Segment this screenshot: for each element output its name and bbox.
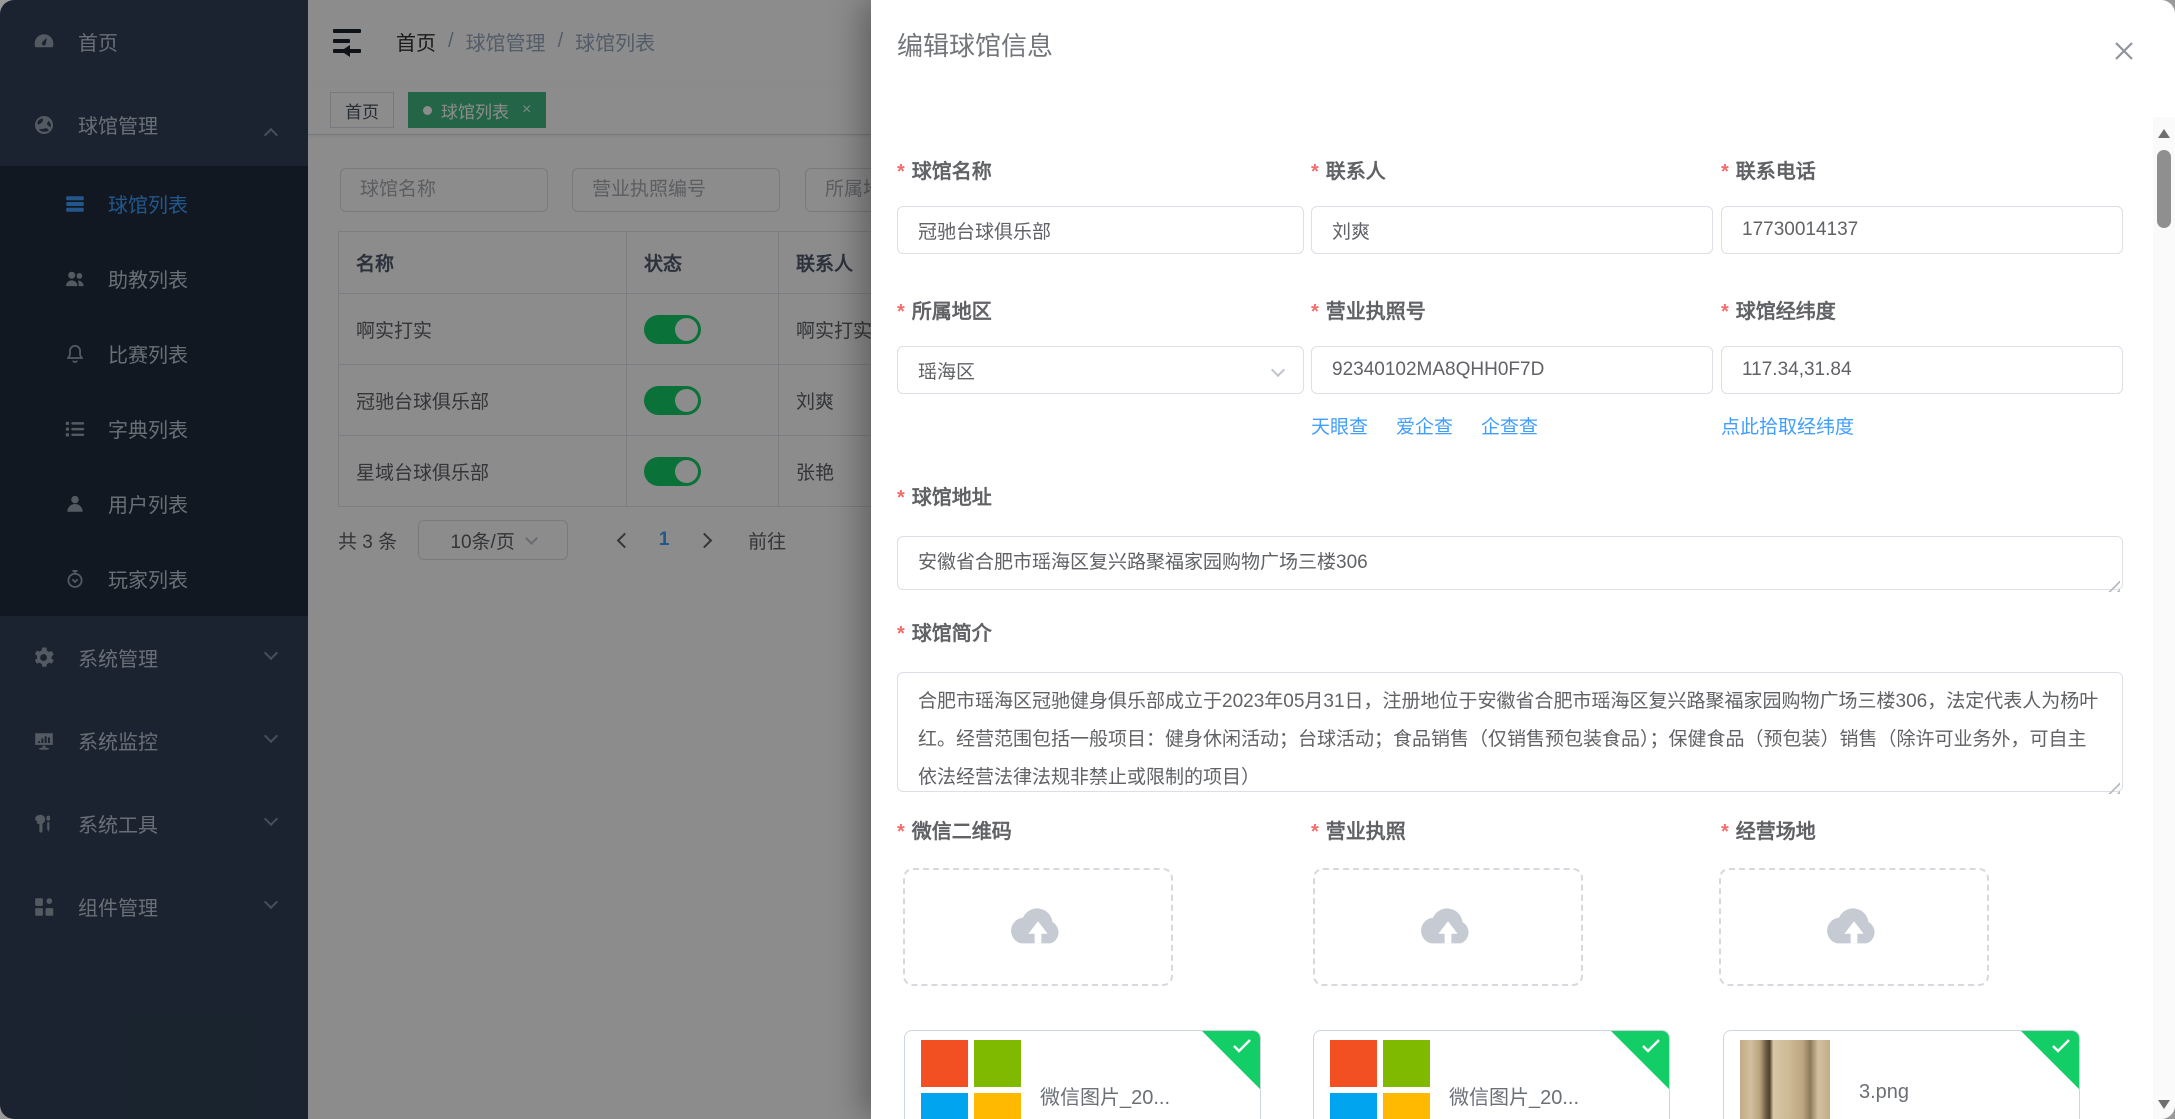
check-icon [2051,1038,2071,1054]
cloud-upload-icon [1006,900,1070,954]
business-license-upload-box[interactable] [1313,868,1583,986]
required-asterisk: * [897,161,905,183]
required-asterisk: * [897,623,905,645]
check-icon [1641,1038,1661,1054]
business-license-label: *营业执照 [1311,820,1406,844]
aiqicha-link[interactable]: 爱企查 [1396,412,1453,439]
required-asterisk: * [1311,301,1319,323]
address-textarea[interactable]: 安徽省合肥市瑶海区复兴路聚福家园购物广场三楼306 [897,536,2123,590]
address-label: *球馆地址 [897,486,2123,510]
required-asterisk: * [1721,301,1729,323]
required-asterisk: * [897,301,905,323]
license-label: *营业执照号 [1311,300,1713,324]
cloud-upload-icon [1822,900,1886,954]
tianyancha-link[interactable]: 天眼查 [1311,412,1368,439]
drawer-title: 编辑球馆信息 [897,26,1053,63]
required-asterisk: * [897,487,905,509]
wechat-qr-label: *微信二维码 [897,820,1012,844]
premises-upload-box[interactable] [1719,868,1989,986]
check-icon [1232,1038,1252,1054]
intro-textarea[interactable]: 合肥市瑶海区冠驰健身俱乐部成立于2023年05月31日，注册地位于安徽省合肥市瑶… [897,672,2123,792]
premises-label: *经营场地 [1721,820,1816,844]
edit-venue-drawer: 编辑球馆信息 *球馆名称 *联系人 *联系电话 *所属地区 瑶海区 *营业执照号 [871,0,2175,1119]
required-asterisk: * [1311,821,1319,843]
venue-name-label: *球馆名称 [897,160,1304,184]
close-icon[interactable] [2109,36,2139,66]
coords-label: *球馆经纬度 [1721,300,2123,324]
required-asterisk: * [1721,161,1729,183]
contact-label: *联系人 [1311,160,1713,184]
district-select[interactable]: 瑶海区 [897,346,1304,394]
wechat-qr-upload-box[interactable] [903,868,1173,986]
chevron-down-icon [1271,363,1285,377]
business-license-file-card[interactable]: 微信图片_20... [1313,1030,1670,1119]
venue-name-input[interactable] [897,206,1304,254]
scroll-up-arrow[interactable] [2158,129,2170,138]
app-window: 首页 球馆管理 球馆列表 助教列表 [0,0,2175,1119]
file-thumbnail [1740,1040,1840,1119]
drawer-scrollbar [2153,117,2175,1119]
contact-input[interactable] [1311,206,1713,254]
intro-label: *球馆简介 [897,622,2123,646]
wechat-qr-file-card[interactable]: 微信图片_20... [904,1030,1261,1119]
file-name: 微信图片_20... [1449,1081,1579,1110]
premises-file-card[interactable]: 3.png [1723,1030,2080,1119]
phone-input[interactable] [1721,206,2123,254]
file-thumbnail [1330,1040,1430,1119]
file-name: 微信图片_20... [1040,1081,1170,1110]
coords-picker-row: 点此拾取经纬度 [1721,412,1854,439]
file-thumbnail [921,1040,1021,1119]
scroll-down-arrow[interactable] [2158,1100,2170,1109]
license-lookup-links: 天眼查 爱企查 企查查 [1311,412,1538,439]
required-asterisk: * [897,821,905,843]
file-name: 3.png [1859,1081,1909,1104]
phone-label: *联系电话 [1721,160,2123,184]
coords-input[interactable] [1721,346,2123,394]
qichacha-link[interactable]: 企查查 [1481,412,1538,439]
cloud-upload-icon [1416,900,1480,954]
required-asterisk: * [1311,161,1319,183]
required-asterisk: * [1721,821,1729,843]
scrollbar-thumb[interactable] [2157,150,2171,228]
district-label: *所属地区 [897,300,1304,324]
license-input[interactable] [1311,346,1713,394]
pick-coords-link[interactable]: 点此拾取经纬度 [1721,412,1854,439]
district-value: 瑶海区 [918,357,975,384]
